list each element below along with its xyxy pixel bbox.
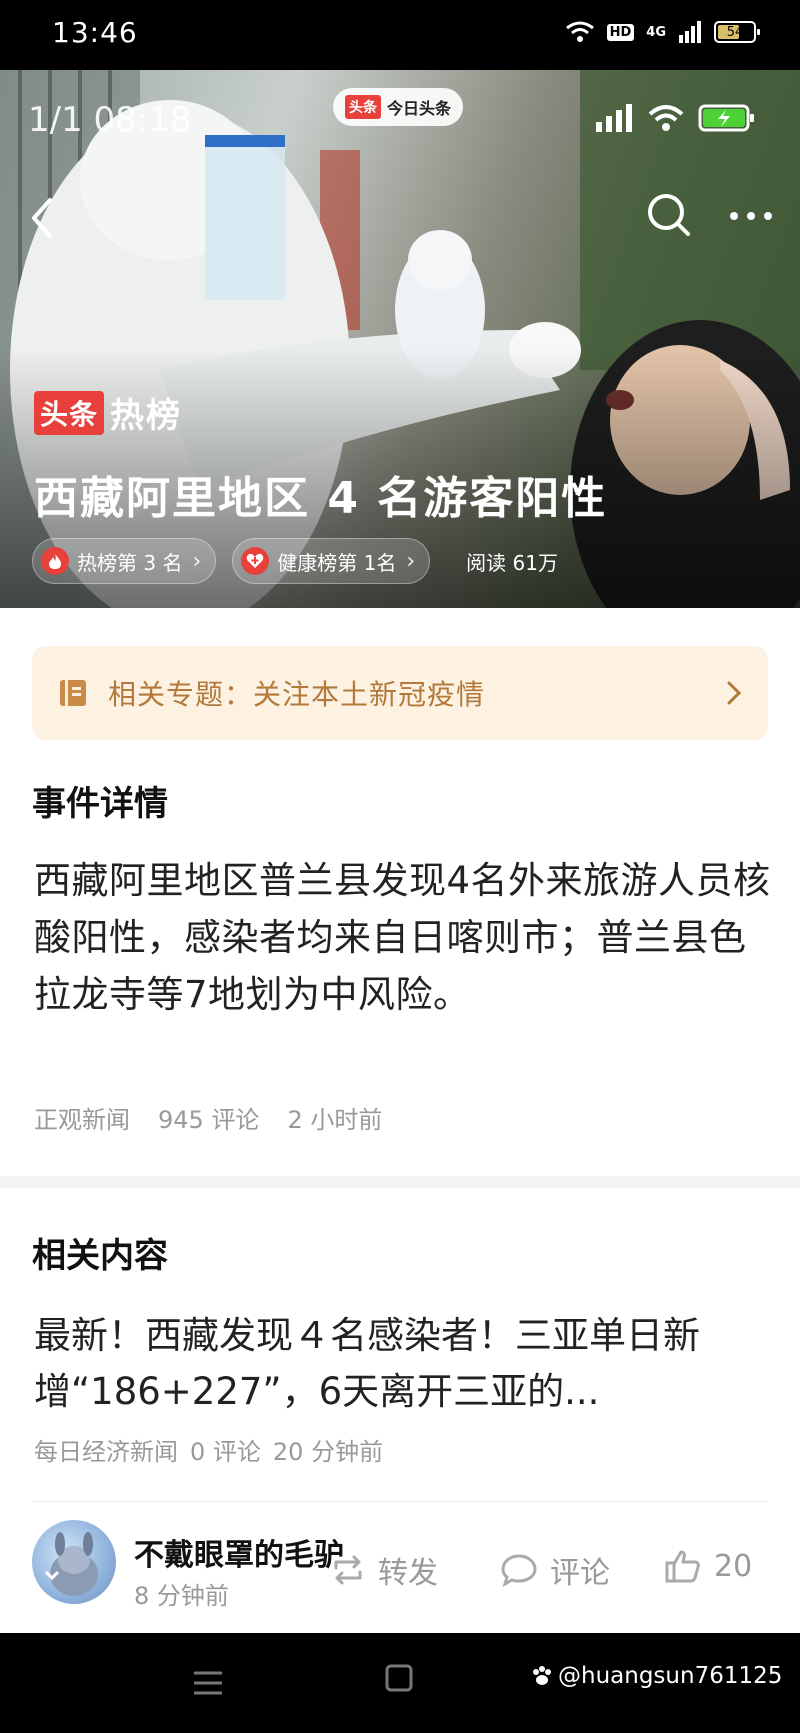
- network-label: 4G: [646, 24, 666, 40]
- user-name[interactable]: 不戴眼罩的毛驴: [134, 1530, 344, 1574]
- back-button[interactable]: [22, 190, 62, 246]
- section-divider: [0, 1176, 800, 1188]
- related-article-meta: 每日经济新闻 0 评论 20 分钟前: [34, 1432, 383, 1467]
- event-body: 西藏阿里地区普兰县发现4名外来旅游人员核酸阳性，感染者均来自日喀则市；普兰县色拉…: [34, 859, 771, 1016]
- event-details-heading: 事件详情: [32, 784, 168, 824]
- chevron-right-icon: ›: [192, 548, 202, 574]
- inner-status-icons: [594, 104, 756, 132]
- battery-level: 54: [726, 24, 744, 40]
- related-comments: 0 评论: [190, 1438, 261, 1466]
- page-title: 西藏阿里地区 4 名游客阳性: [34, 473, 608, 524]
- related-content-heading: 相关内容: [32, 1236, 168, 1276]
- battery-charging-icon: [698, 104, 754, 132]
- event-source[interactable]: 正观新闻: [34, 1100, 130, 1135]
- heart-cross-icon: [241, 547, 270, 575]
- menu-icon[interactable]: [190, 1665, 226, 1701]
- user-post-time: 8 分钟前: [134, 1582, 229, 1610]
- thumbs-up-icon: [665, 1550, 700, 1583]
- topic-icon: [60, 680, 86, 706]
- repost-label: 转发: [378, 1556, 438, 1591]
- app-name: 今日头条: [387, 99, 452, 118]
- avatar[interactable]: [32, 1520, 116, 1604]
- user-action-bar: 不戴眼罩的毛驴 8 分钟前 转发 评论 20: [0, 1502, 800, 1633]
- health-rank-label: 健康榜第 1名: [277, 550, 397, 575]
- comment-label: 评论: [550, 1556, 610, 1591]
- hotlist-label: 热榜: [110, 396, 183, 436]
- repost-icon: [334, 1555, 362, 1585]
- hot-rank-tag[interactable]: 热榜第 3 名 ›: [32, 538, 217, 584]
- hero-tags: 热榜第 3 名 › 健康榜第 1名 › 阅读 61万: [32, 538, 558, 584]
- flame-icon: [41, 547, 69, 575]
- watermark: @huangsun761125: [530, 1663, 782, 1689]
- event-meta: 正观新闻 945 评论 2 小时前: [34, 1100, 382, 1135]
- hero-banner: 1/1 08:18 头条 今日头条 头条 热榜 西藏阿里地区 4 名游客阳性 热…: [0, 70, 800, 608]
- screenshot-time: 1/1 08:18: [28, 100, 192, 140]
- like-button[interactable]: 20: [664, 1548, 752, 1584]
- related-topic-banner[interactable]: 相关专题：关注本土新冠疫情: [32, 646, 768, 740]
- app-pill: 头条 今日头条: [333, 88, 464, 126]
- like-count: 20: [714, 1548, 753, 1584]
- comment-icon: [501, 1554, 537, 1587]
- paw-icon: [533, 1666, 551, 1685]
- status-bar: 13:46 HD 4G 54: [0, 0, 800, 70]
- hot-rank-label: 热榜第 3 名: [77, 550, 183, 575]
- wifi-icon: [648, 105, 684, 131]
- comment-button[interactable]: 评论: [500, 1548, 610, 1592]
- system-nav-bar: @huangsun761125: [0, 1633, 800, 1733]
- hotlist-badge: 头条 热榜: [34, 388, 182, 437]
- search-button[interactable]: [644, 190, 694, 240]
- health-rank-tag[interactable]: 健康榜第 1名 ›: [232, 538, 431, 584]
- battery-icon: 54: [714, 21, 760, 43]
- event-time: 2 小时前: [287, 1106, 383, 1134]
- repost-button[interactable]: 转发: [330, 1548, 438, 1592]
- read-count: 阅读 61万: [466, 550, 558, 575]
- chevron-right-icon: ›: [406, 548, 416, 574]
- home-icon[interactable]: [384, 1663, 414, 1693]
- more-button[interactable]: [726, 196, 776, 236]
- watermark-text: @huangsun761125: [558, 1663, 783, 1689]
- status-time: 13:46: [52, 16, 138, 49]
- related-article-headline[interactable]: 最新！西藏发现４名感染者！三亚单日新增“186+227”，6天离开三亚的...: [34, 1308, 774, 1420]
- hd-badge: HD: [606, 23, 635, 41]
- wifi-icon: [565, 21, 594, 42]
- related-source: 每日经济新闻: [34, 1438, 178, 1466]
- main-content: 相关专题：关注本土新冠疫情 事件详情 西藏阿里地区普兰县发现4名外来旅游人员核酸…: [0, 608, 800, 1633]
- signal-icon: [596, 104, 632, 132]
- app-logo: 头条: [345, 95, 381, 119]
- status-icons: HD 4G 54: [565, 20, 760, 44]
- hotlist-logo: 头条: [34, 390, 105, 435]
- chevron-right-icon: [727, 681, 742, 705]
- event-comments[interactable]: 945 评论: [158, 1100, 259, 1135]
- topic-text: 相关专题：关注本土新冠疫情: [108, 678, 486, 711]
- related-time: 20 分钟前: [272, 1438, 384, 1466]
- signal-icon: [679, 21, 701, 43]
